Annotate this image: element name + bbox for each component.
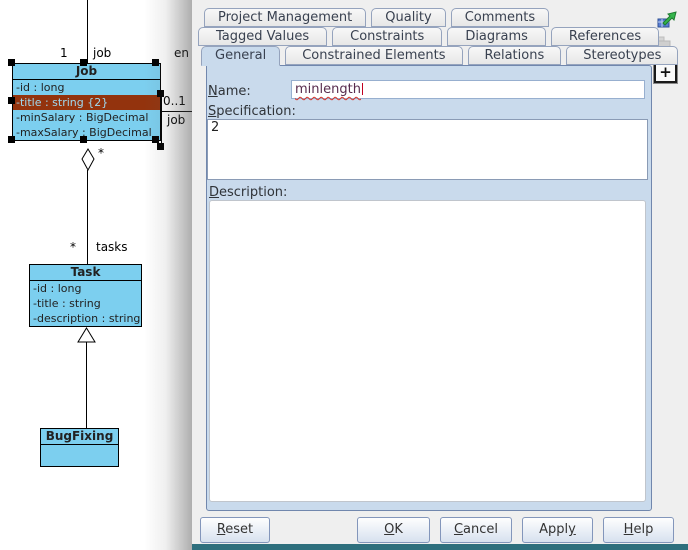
text-caret xyxy=(362,83,363,95)
cancel-button[interactable]: Cancel xyxy=(440,517,512,543)
tab-stereotypes[interactable]: Stereotypes xyxy=(566,46,678,65)
tab-references[interactable]: References xyxy=(551,27,659,46)
class-task[interactable]: Task -id : long -title : string -descrip… xyxy=(29,264,142,327)
name-label-mnemonic: N xyxy=(208,84,218,99)
selection-handle[interactable] xyxy=(80,136,87,143)
class-task-name[interactable]: Task xyxy=(30,265,141,281)
role-label[interactable]: job xyxy=(93,46,111,60)
description-label-rest: escription: xyxy=(219,185,287,200)
specification-label-rest: pecification: xyxy=(216,104,296,119)
tab-comments[interactable]: Comments xyxy=(451,8,549,27)
selection-handle[interactable] xyxy=(8,136,15,143)
association-line-top[interactable] xyxy=(87,0,88,63)
tab-row-3: General Constrained Elements Relations S… xyxy=(201,46,683,66)
help-rest: elp xyxy=(633,522,653,537)
selection-handle[interactable] xyxy=(157,90,164,97)
class-job-name[interactable]: Job xyxy=(13,64,160,80)
role-label[interactable]: job xyxy=(167,113,185,127)
status-bar xyxy=(192,544,688,550)
tab-constrained-elements[interactable]: Constrained Elements xyxy=(285,46,462,65)
class-bugfixing[interactable]: BugFixing xyxy=(40,428,119,467)
class-bugfixing-name[interactable]: BugFixing xyxy=(41,429,118,445)
clipped-role-label: en xyxy=(174,46,189,60)
help-button[interactable]: Help xyxy=(603,517,674,543)
description-label: Description: xyxy=(209,185,287,200)
selection-handle[interactable] xyxy=(8,97,15,104)
job-attribute-id[interactable]: -id : long xyxy=(13,80,160,95)
task-attribute-description[interactable]: -description : string xyxy=(30,311,141,326)
specification-label: Specification: xyxy=(208,104,296,119)
name-input[interactable]: minlength xyxy=(291,80,645,99)
aggregation-diamond-icon[interactable] xyxy=(81,148,95,171)
selection-handle[interactable] xyxy=(152,136,159,143)
tab-general[interactable]: General xyxy=(201,46,280,66)
reset-button[interactable]: Reset xyxy=(200,517,270,543)
selection-handle[interactable] xyxy=(152,59,159,66)
general-tab-panel: Name: minlength Specification: 2 Descrip… xyxy=(206,65,652,511)
multiplicity-label[interactable]: * xyxy=(98,146,104,160)
apply-pre: Appl xyxy=(539,522,568,537)
help-mnemonic: H xyxy=(624,522,634,537)
tab-row-1: Project Management Quality Comments xyxy=(204,8,554,27)
multiplicity-label[interactable]: * xyxy=(70,240,76,254)
multiplicity-label[interactable]: 1 xyxy=(60,46,68,60)
reset-mnemonic: R xyxy=(217,522,225,537)
name-label: Name: xyxy=(208,84,251,99)
name-label-rest: ame: xyxy=(218,84,251,99)
class-job[interactable]: Job -id : long -title : string {2} -minS… xyxy=(12,63,161,141)
cancel-rest: ancel xyxy=(463,522,498,537)
properties-panel: Project Management Quality Comments Tagg… xyxy=(192,0,688,550)
generalization-triangle-icon[interactable] xyxy=(77,327,96,343)
selection-handle[interactable] xyxy=(8,59,15,66)
job-attribute-minsalary[interactable]: -minSalary : BigDecimal xyxy=(13,110,160,125)
argouml-window: 1 job en Job -id : long -title : string … xyxy=(0,0,688,550)
tab-quality[interactable]: Quality xyxy=(371,8,445,27)
hidden-class-separator xyxy=(161,111,192,112)
class-bugfixing-body[interactable] xyxy=(41,445,118,466)
class-diagram-canvas[interactable]: 1 job en Job -id : long -title : string … xyxy=(0,0,192,550)
tab-row-2: Tagged Values Constraints Diagrams Refer… xyxy=(198,27,664,46)
generalization-line[interactable] xyxy=(86,342,87,428)
tab-diagrams[interactable]: Diagrams xyxy=(447,27,546,46)
role-label[interactable]: tasks xyxy=(96,240,128,254)
apply-mnemonic: y xyxy=(568,522,576,537)
tab-constraints[interactable]: Constraints xyxy=(332,27,442,46)
job-attribute-title-selected[interactable]: -title : string {2} xyxy=(13,95,160,110)
expand-plus-button[interactable]: + xyxy=(654,63,677,83)
task-attribute-title[interactable]: -title : string xyxy=(30,296,141,311)
multiplicity-label[interactable]: 0..1 xyxy=(163,94,186,108)
tab-relations[interactable]: Relations xyxy=(468,46,562,65)
selection-handle[interactable] xyxy=(157,143,164,150)
cancel-mnemonic: C xyxy=(454,522,463,537)
description-textarea[interactable] xyxy=(209,200,646,502)
reset-rest: eset xyxy=(225,522,253,537)
name-value: minlength xyxy=(295,82,361,97)
ok-rest: K xyxy=(394,522,403,537)
aggregation-line[interactable] xyxy=(87,170,88,264)
apply-button[interactable]: Apply xyxy=(522,517,593,543)
tab-project-management[interactable]: Project Management xyxy=(204,8,366,27)
ok-mnemonic: O xyxy=(384,522,394,537)
tab-tagged-values[interactable]: Tagged Values xyxy=(198,27,327,46)
specification-textarea[interactable]: 2 xyxy=(207,119,648,180)
ok-button[interactable]: OK xyxy=(357,517,430,543)
task-attribute-id[interactable]: -id : long xyxy=(30,281,141,296)
hidden-class-edge[interactable] xyxy=(161,93,162,147)
description-label-mnemonic: D xyxy=(209,185,219,200)
selection-handle[interactable] xyxy=(80,59,87,66)
